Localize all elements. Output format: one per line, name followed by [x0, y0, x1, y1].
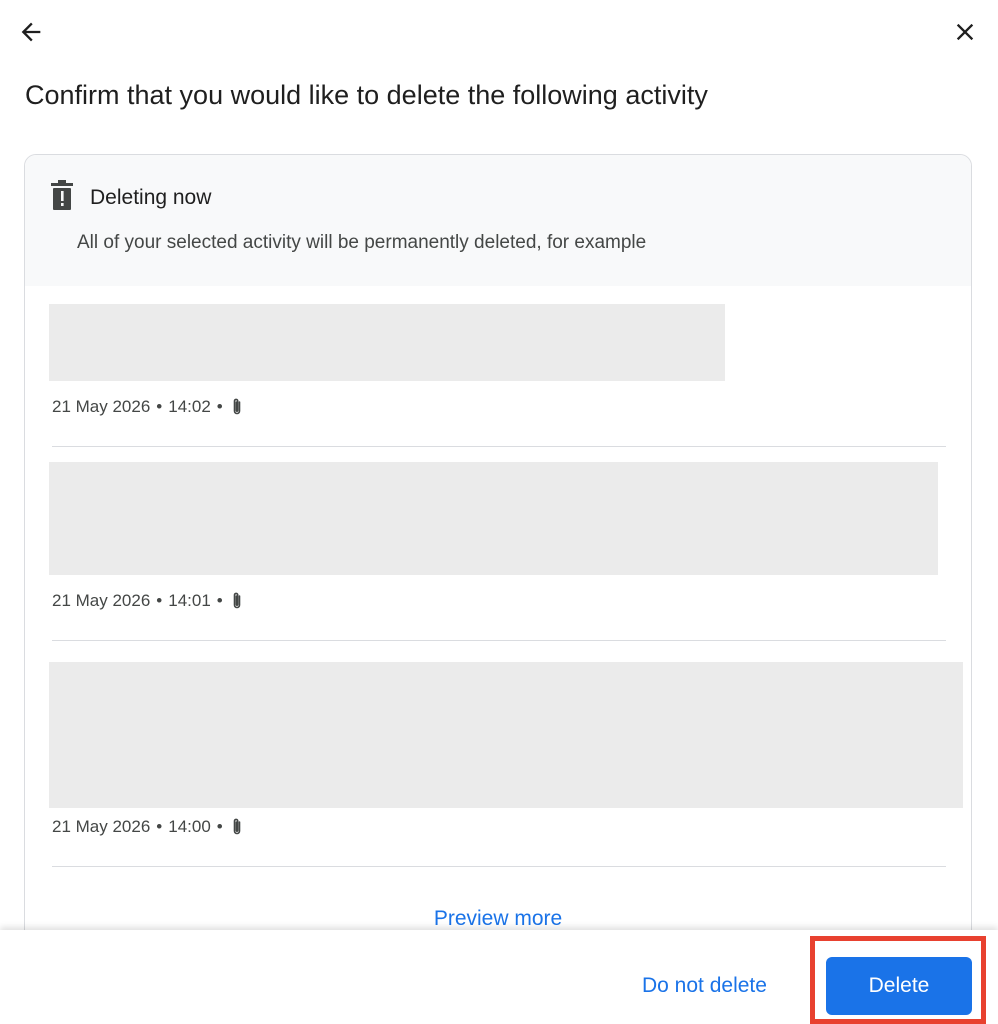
activity-entry-meta: 21 May 2026 • 14:01 • — [52, 591, 243, 611]
trash-warning-icon — [51, 180, 73, 210]
entry-date: 21 May 2026 — [52, 591, 151, 610]
entry-date: 21 May 2026 — [52, 397, 151, 416]
entry-divider — [52, 446, 946, 447]
entry-separator: • — [156, 817, 163, 836]
paperclip-icon — [233, 592, 241, 609]
entry-separator: • — [216, 817, 223, 836]
paperclip-icon — [233, 398, 241, 415]
paperclip-icon — [233, 818, 241, 835]
activity-entry-meta: 21 May 2026 • 14:02 • — [52, 397, 243, 417]
arrow-back-icon — [21, 22, 41, 42]
entry-divider — [52, 866, 946, 867]
entry-date: 21 May 2026 — [52, 817, 151, 836]
entry-separator: • — [216, 397, 223, 416]
do-not-delete-button[interactable]: Do not delete — [630, 970, 779, 1002]
delete-activity-dialog: Confirm that you would like to delete th… — [0, 0, 998, 1024]
entry-divider — [52, 640, 946, 641]
entry-separator: • — [156, 397, 163, 416]
back-button[interactable] — [11, 12, 51, 52]
delete-button[interactable]: Delete — [826, 957, 972, 1015]
dialog-footer: Do not delete Delete — [0, 930, 998, 1024]
close-button[interactable] — [945, 12, 985, 52]
card-header: Deleting now All of your selected activi… — [25, 155, 971, 286]
activity-preview-placeholder — [49, 304, 725, 381]
page-title: Confirm that you would like to delete th… — [25, 80, 708, 110]
activity-preview-placeholder — [49, 662, 963, 808]
entry-separator: • — [156, 591, 163, 610]
card-header-title: Deleting now — [90, 186, 212, 209]
card-header-description: All of your selected activity will be pe… — [77, 232, 647, 253]
entry-time: 14:00 — [168, 817, 211, 836]
entry-time: 14:01 — [168, 591, 211, 610]
activity-card: Deleting now All of your selected activi… — [24, 154, 972, 1024]
activity-preview-placeholder — [49, 462, 938, 575]
entry-time: 14:02 — [168, 397, 211, 416]
activity-entry-meta: 21 May 2026 • 14:00 • — [52, 817, 243, 837]
preview-more-link[interactable]: Preview more — [25, 907, 971, 931]
close-icon — [956, 23, 974, 41]
entry-separator: • — [216, 591, 223, 610]
